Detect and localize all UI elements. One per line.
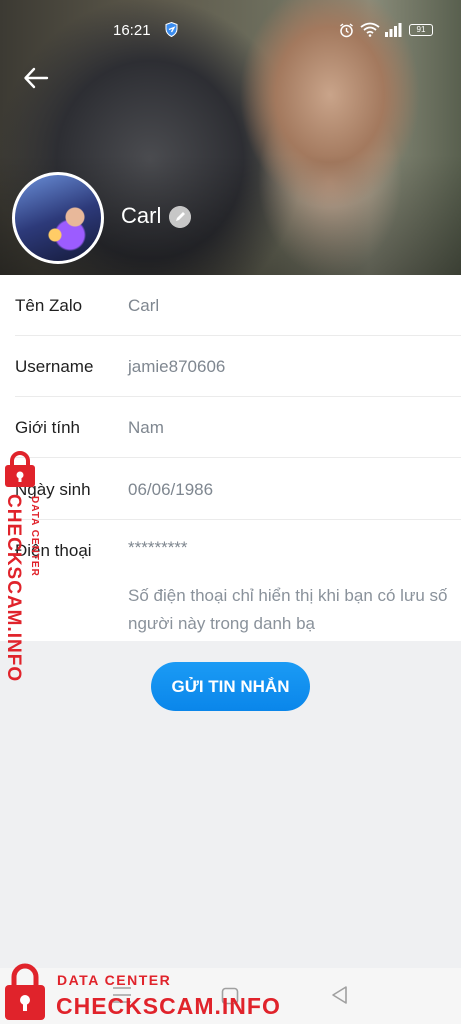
row-label: Giới tính [15,418,81,437]
info-row-phone: Điện thoại ********* [0,520,461,581]
watermark-vertical: CHECKSCAM.INFO DATA CENTER [2,450,42,683]
divider [15,457,461,458]
watermark-vertical-brand: CHECKSCAM.INFO [3,494,24,683]
signal-icon [385,23,402,37]
watermark-lock-icon [5,451,35,487]
alarm-icon [340,23,353,38]
avatar[interactable] [12,172,104,264]
profile-info-card: Tên Zalo Carl Username jamie870606 Giới … [0,275,461,641]
row-label: Username [15,357,94,376]
battery-icon: 91 [409,24,433,36]
back-arrow-icon[interactable] [22,64,50,92]
info-row-zalo-name: Tên Zalo Carl [0,275,461,336]
watermark-bottom-top: DATA CENTER [57,972,172,988]
watermark-vertical-top: DATA CENTER [29,496,40,577]
profile-name: Carl [121,203,162,228]
send-message-button[interactable]: GỬI TIN NHẮN [151,662,310,711]
pencil-icon[interactable] [169,206,191,228]
back-triangle-icon[interactable] [330,985,350,1005]
shield-icon [165,22,178,37]
status-time: 16:21 [113,22,151,39]
row-value: Nam [128,418,164,437]
watermark-bottom: DATA CENTER CHECKSCAM.INFO [2,962,280,1024]
row-value: jamie870606 [128,357,226,376]
info-row-gender: Giới tính Nam [0,397,461,458]
row-value: 06/06/1986 [128,480,214,499]
info-row-birthday: Ngày sinh 06/06/1986 [0,459,461,520]
row-label: Tên Zalo [15,296,83,315]
status-bar: 16:21 91 [0,0,461,60]
watermark-lock-icon [5,963,45,1020]
wifi-icon [360,22,380,37]
phone-visibility-note: Số điện thoại chỉ hiển thị khi bạn có lư… [128,586,448,633]
row-value: Carl [128,296,160,315]
watermark-bottom-brand: CHECKSCAM.INFO [56,993,281,1019]
info-row-username: Username jamie870606 [0,336,461,397]
row-value: ********* [128,538,188,557]
